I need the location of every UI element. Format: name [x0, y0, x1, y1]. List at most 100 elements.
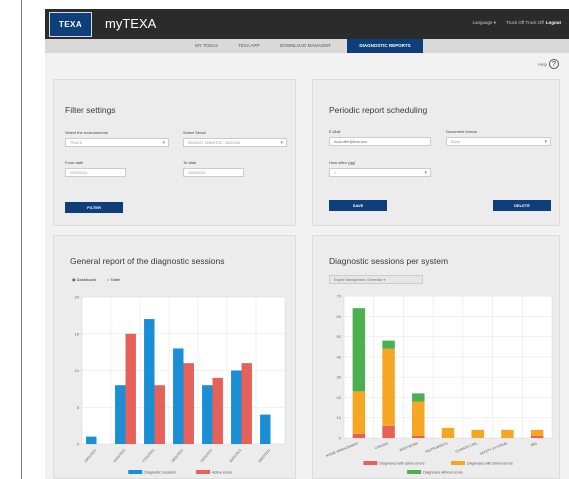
plot-area	[343, 295, 553, 439]
bar-segment	[382, 425, 395, 438]
bar	[202, 385, 213, 444]
bar-segment	[382, 340, 395, 349]
view-table-label: Table	[110, 277, 121, 282]
y-tick-label: 15	[75, 331, 80, 336]
view-table-radio[interactable]: ○ Table	[107, 277, 120, 282]
from-date-label: From date	[65, 160, 84, 165]
top-bar: TEXA myTEXA Language ▾ Truck Off Truck O…	[45, 9, 569, 39]
email-input[interactable]: truck.offer@texa.com	[329, 137, 431, 146]
bar	[86, 436, 97, 444]
email-label: E-Mail	[329, 129, 341, 134]
legend-swatch	[451, 461, 465, 465]
y-tick-label: 60	[337, 314, 342, 319]
page-border	[21, 0, 22, 479]
help-circle-icon: ?	[549, 59, 559, 69]
bar	[144, 319, 155, 444]
bar	[231, 370, 242, 444]
y-tick-label: 10	[75, 368, 80, 373]
x-tick-label: 29/01/2021	[200, 448, 214, 463]
delete-button[interactable]: DELETE	[493, 200, 551, 211]
serial-label: Select Serial	[183, 130, 206, 135]
format-select[interactable]: Excel	[446, 137, 551, 146]
nav-download-manager[interactable]: DOWNLOAD MANAGER	[280, 43, 331, 48]
bar-segment	[412, 401, 425, 436]
format-label: Document format	[446, 129, 477, 134]
bar-segment	[382, 348, 395, 426]
view-dashboard-label: Dashboard	[76, 277, 97, 282]
nav-my-tools[interactable]: MY TOOLS	[195, 43, 218, 48]
filter-title: Filter settings	[65, 105, 116, 115]
bar-segment	[352, 308, 366, 392]
filter-button[interactable]: FILTER	[65, 202, 123, 213]
bar	[115, 385, 126, 444]
y-tick-label: 40	[337, 354, 342, 359]
bar-segment	[352, 433, 366, 438]
y-tick-label: 0	[339, 436, 342, 441]
x-tick-label: BODYWORK	[399, 441, 419, 452]
y-tick-label: 20	[75, 295, 80, 300]
legend-swatch	[128, 470, 143, 474]
from-date-input[interactable]: 23/03/2021	[65, 168, 126, 177]
legend-label: Diagnoses without errors	[423, 471, 463, 475]
filter-panel: Filter settings Select the environments …	[53, 79, 296, 226]
texa-logo[interactable]: TEXA	[49, 12, 92, 37]
bar	[154, 385, 165, 444]
bar	[125, 333, 136, 444]
app-window: TEXA myTEXA Language ▾ Truck Off Truck O…	[45, 9, 569, 479]
bar-segment	[412, 435, 425, 438]
legend-swatch	[363, 461, 378, 465]
env-label: Select the environments	[65, 130, 108, 135]
general-report-chart-area: 0 5 10 15 20 23/01/2021 26/01/2021 27/01/2021 28…	[70, 286, 291, 476]
x-tick-label: 23/01/2021	[84, 448, 98, 463]
x-tick-label: ENGINE MANAGEMENT	[326, 441, 359, 459]
env-select[interactable]: TRUCK	[65, 138, 169, 147]
bar-segment	[471, 429, 484, 438]
x-tick-label: 27/01/2021	[142, 448, 156, 463]
logo-text: TEXA	[58, 20, 83, 29]
legend-swatch	[407, 470, 422, 474]
y-tick-label: 0	[77, 442, 80, 447]
schedule-title: Periodic report scheduling	[329, 105, 428, 115]
how-often-select[interactable]: 1	[329, 168, 431, 177]
y-tick-label: 70	[337, 294, 342, 299]
language-menu[interactable]: Language ▾	[473, 20, 497, 26]
nav-texa-app[interactable]: TEXA APP	[238, 43, 260, 48]
how-often-label: How often (gg)	[329, 160, 356, 165]
save-button[interactable]: SAVE	[329, 200, 387, 211]
bar	[212, 377, 223, 444]
top-links: Language ▾ Truck Off Truck Off Logout	[473, 20, 561, 26]
bar-segment	[501, 429, 514, 438]
logout-link[interactable]: Logout	[546, 20, 561, 26]
serial-select[interactable]: S3453/ST, M06/ST/3C, 3402/23/4	[183, 138, 287, 147]
x-tick-label: 30/01/2021	[229, 448, 243, 463]
sessions-per-system-chart: 0 10 20 30 40 50 60 70 ENGINE MANAGEMENT CHASSIS B…	[323, 294, 553, 475]
nav-diagnostic-reports[interactable]: DIAGNOSTIC REPORTS	[347, 39, 423, 53]
x-tick-label: 09/02/2021	[258, 448, 272, 463]
general-report-chart: 0 5 10 15 20 23/01/2021 26/01/2021 27/01/2021 28…	[75, 295, 286, 475]
bar	[260, 414, 271, 444]
bar	[241, 363, 252, 444]
legend-label: Diagnoses with stored errors	[467, 462, 513, 466]
to-date-label: To date	[183, 160, 197, 165]
x-tick-label: CHASSIS	[374, 441, 390, 450]
sessions-per-system-title: Diagnostic sessions per system	[329, 256, 449, 266]
view-dashboard-radio[interactable]: ◉ Dashboard	[72, 277, 96, 282]
sessions-per-system-chart-area: 0 10 20 30 40 50 60 70 ENGINE MANAGEMENT CHASSIS B…	[323, 286, 558, 476]
x-tick-label: SAFETY SYSTEMS	[479, 441, 509, 456]
screenshot-frame: TEXA myTEXA Language ▾ Truck Off Truck O…	[0, 0, 569, 479]
general-report-title: General report of the diagnostic session…	[70, 256, 225, 266]
help-link[interactable]: Help ?	[538, 59, 559, 69]
x-tick-label: INSTRUMENTS	[425, 441, 449, 454]
y-tick-label: 5	[77, 405, 80, 410]
bar-segment	[530, 429, 544, 436]
system-filter-dropdown[interactable]: Engine Management, Generator ▾	[329, 275, 423, 284]
legend-swatch	[196, 470, 211, 474]
to-date-input[interactable]: 23/04/2021	[183, 168, 244, 177]
x-tick-label: CLIMATE CTRL	[455, 441, 479, 454]
y-tick-label: 50	[337, 334, 342, 339]
help-label: Help	[537, 61, 547, 67]
main-nav: MY TOOLS TEXA APP DOWNLOAD MANAGER	[45, 39, 569, 53]
x-tick-label: 26/01/2021	[113, 448, 127, 463]
app-title: myTEXA	[105, 16, 157, 31]
bar	[173, 348, 184, 444]
